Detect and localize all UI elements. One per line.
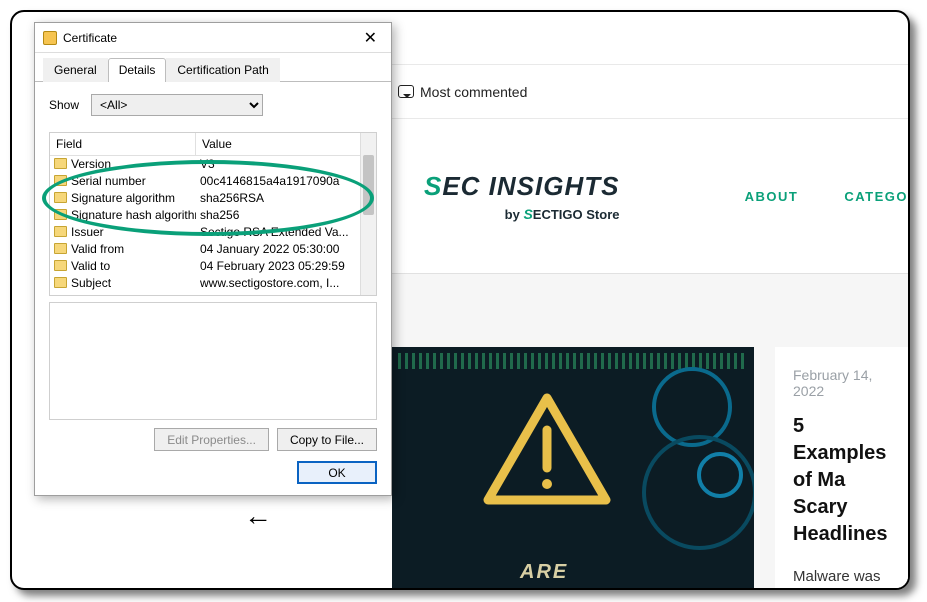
tabstrip: General Details Certification Path (35, 53, 391, 82)
field-name: Subject (71, 276, 111, 290)
field-icon (54, 192, 67, 203)
back-arrow-icon[interactable]: ← (244, 500, 272, 532)
certificate-dialog: Certificate ✕ General Details Certificat… (34, 22, 392, 496)
site-logo[interactable]: SEC INSIGHTS by SECTIGO Store (424, 171, 619, 222)
field-icon (54, 209, 67, 220)
field-icon (54, 260, 67, 271)
article-date: February 14, 2022 (793, 367, 888, 399)
field-grid[interactable]: Field Value Version V3 Serial number 00c414… (49, 132, 377, 296)
grid-scrollbar[interactable] (360, 133, 376, 295)
article-image[interactable] (392, 347, 754, 588)
field-name: Signature hash algorithm (71, 208, 196, 222)
field-name: Valid to (71, 259, 110, 273)
grid-row[interactable]: Valid from 04 January 2022 05:30:00 (50, 240, 360, 257)
field-value: sha256RSA (196, 191, 360, 205)
field-icon (54, 243, 67, 254)
grid-row[interactable]: Subject www.sectigostore.com, I... (50, 274, 360, 291)
field-value: 00c4146815a4a1917090a (196, 174, 360, 188)
article-excerpt: Malware was big news time at home and wo… (793, 564, 888, 590)
close-icon[interactable]: ✕ (358, 28, 383, 48)
menu-about[interactable]: ABOUT (745, 189, 799, 204)
dialog-title: Certificate (63, 31, 117, 45)
edit-properties-button: Edit Properties... (154, 428, 269, 451)
comment-icon (398, 85, 414, 98)
field-name: Version (71, 157, 111, 171)
article-image-caption: ARE (520, 561, 568, 584)
field-value: 04 January 2022 05:30:00 (196, 242, 360, 256)
show-label: Show (49, 98, 79, 112)
field-value: V3 (196, 157, 360, 171)
field-icon (54, 158, 67, 169)
field-name: Signature algorithm (71, 191, 175, 205)
grid-row[interactable]: Signature algorithm sha256RSA (50, 189, 360, 206)
tab-details[interactable]: Details (108, 58, 167, 82)
grid-row[interactable]: Signature hash algorithmsha256 (50, 206, 360, 223)
field-value: www.sectigostore.com, I... (196, 276, 360, 290)
field-icon (54, 175, 67, 186)
article-card[interactable]: February 14, 2022 5 Examples of Ma Scary… (775, 347, 908, 588)
field-icon (54, 277, 67, 288)
show-select[interactable]: <All> (91, 94, 263, 116)
ok-button[interactable]: OK (297, 461, 377, 484)
grid-row[interactable]: Serial number 00c4146815a4a1917090a (50, 172, 360, 189)
article-title: 5 Examples of Ma Scary Headlines (793, 413, 888, 548)
dialog-titlebar[interactable]: Certificate ✕ (35, 23, 391, 53)
detail-value-box[interactable] (49, 302, 377, 420)
col-header-value[interactable]: Value (196, 133, 376, 155)
grid-row[interactable]: Version V3 (50, 155, 360, 172)
menu-categories[interactable]: CATEGO (844, 189, 908, 204)
field-name: Valid from (71, 242, 124, 256)
warning-triangle-icon (482, 392, 612, 507)
field-value: 04 February 2023 05:29:59 (196, 259, 360, 273)
field-value: Sectigo RSA Extended Va... (196, 225, 360, 239)
grid-row[interactable]: Issuer Sectigo RSA Extended Va... (50, 223, 360, 240)
field-name: Issuer (71, 225, 104, 239)
nav-label: Most commented (420, 84, 527, 100)
field-name: Serial number (71, 174, 146, 188)
tab-certification-path[interactable]: Certification Path (166, 58, 279, 82)
field-icon (54, 226, 67, 237)
tab-general[interactable]: General (43, 58, 108, 82)
copy-to-file-button[interactable]: Copy to File... (277, 428, 377, 451)
site-header: SEC INSIGHTS by SECTIGO Store ABOUT CATE… (392, 119, 908, 274)
scrollbar-thumb[interactable] (363, 155, 374, 215)
field-value: sha256 (196, 208, 360, 222)
grid-row[interactable]: Valid to 04 February 2023 05:29:59 (50, 257, 360, 274)
certificate-icon (43, 31, 57, 45)
col-header-field[interactable]: Field (50, 133, 196, 155)
nav-most-commented[interactable]: Most commented (398, 84, 527, 100)
